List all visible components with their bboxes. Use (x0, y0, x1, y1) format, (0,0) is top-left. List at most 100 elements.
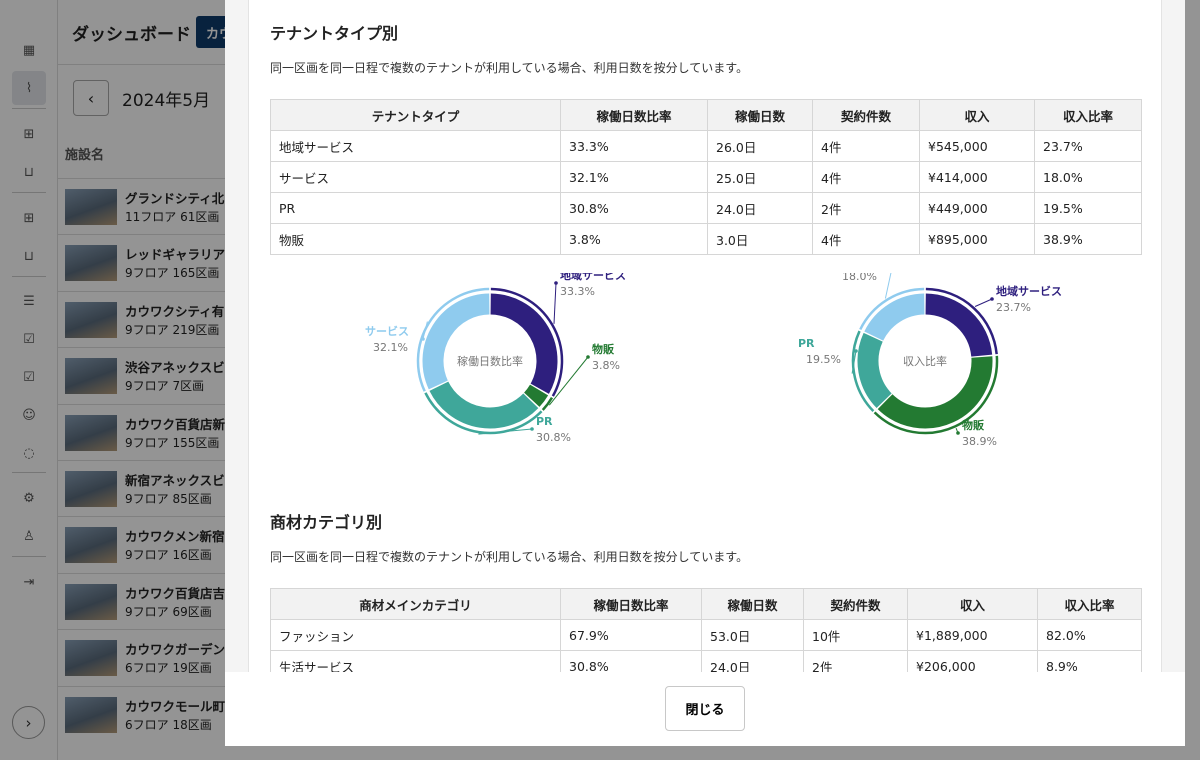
table-cell: 67.9% (560, 619, 702, 651)
table-cell: 2件 (812, 192, 920, 224)
slice-value: 38.9% (962, 435, 997, 448)
table-cell: 24.0日 (707, 192, 813, 224)
column-header: 商材メインカテゴリ (270, 588, 561, 620)
table-cell: 32.1% (560, 161, 708, 193)
slice-label: サービス (365, 324, 409, 338)
donut-segment[interactable] (429, 381, 539, 429)
column-header: 収入 (919, 99, 1035, 131)
column-header: 収入比率 (1037, 588, 1142, 620)
table-cell: 生活サービス (270, 650, 561, 672)
column-header: テナントタイプ (270, 99, 561, 131)
table-cell: PR (270, 192, 561, 224)
leader-dot (586, 355, 590, 359)
table-cell: 物販 (270, 223, 561, 255)
leader-dot (956, 431, 960, 435)
slice-value: 3.8% (592, 359, 620, 372)
table-cell: ¥545,000 (919, 130, 1035, 162)
table-cell: 24.0日 (701, 650, 804, 672)
table-cell: 4件 (812, 223, 920, 255)
slice-value: 33.3% (560, 285, 595, 298)
slice-label: PR (798, 337, 815, 350)
category-section-title: 商材カテゴリ別 (270, 513, 383, 532)
table-cell: 38.9% (1034, 223, 1142, 255)
table-row: 生活サービス 30.8% 24.0日 2件 ¥206,000 8.9% (270, 650, 1142, 672)
column-header: 稼働日数 (701, 588, 804, 620)
table-cell: 19.5% (1034, 192, 1142, 224)
table-cell: 30.8% (560, 650, 702, 672)
slice-label: 物販 (592, 342, 615, 356)
table-cell: ¥414,000 (919, 161, 1035, 193)
slice-value: 23.7% (996, 301, 1031, 314)
donut-segment[interactable] (925, 293, 993, 358)
modal-footer: 閉じる (225, 672, 1185, 746)
donut-center-label: 収入比率 (903, 354, 947, 368)
table-row: PR 30.8% 24.0日 2件 ¥449,000 19.5% (270, 192, 1142, 224)
table-row: 物販 3.8% 3.0日 4件 ¥895,000 38.9% (270, 223, 1142, 255)
close-button[interactable]: 閉じる (665, 686, 745, 731)
table-row: サービス 32.1% 25.0日 4件 ¥414,000 18.0% (270, 161, 1142, 193)
table-cell: ¥1,889,000 (907, 619, 1038, 651)
table-cell: 82.0% (1037, 619, 1142, 651)
tenant-table: テナントタイプ 稼働日数比率 稼働日数 契約件数 収入 収入比率 地域サービス 33.3% 2… (270, 99, 1142, 255)
slice-label: 地域サービス (560, 273, 626, 282)
donut-segment[interactable] (490, 293, 558, 394)
column-header: 契約件数 (812, 99, 920, 131)
table-cell: 33.3% (560, 130, 708, 162)
category-table: 商材メインカテゴリ 稼働日数比率 稼働日数 契約件数 収入 収入比率 ファッション 67.9… (270, 588, 1142, 672)
leader-line (974, 298, 993, 307)
tenant-section-note: 同一区画を同一日程で複数のテナントが利用している場合、利用日数を按分しています。 (270, 61, 749, 75)
column-header: 稼働日数比率 (560, 99, 708, 131)
column-header: 稼働日数 (707, 99, 813, 131)
table-row: 地域サービス 33.3% 26.0日 4件 ¥545,000 23.7% (270, 130, 1142, 162)
category-section-note: 同一区画を同一日程で複数のテナントが利用している場合、利用日数を按分しています。 (270, 550, 749, 564)
table-cell: 25.0日 (707, 161, 813, 193)
breakdown-card: テナントタイプ別 同一区画を同一日程で複数のテナントが利用している場合、利用日数… (248, 0, 1162, 672)
table-cell: ¥449,000 (919, 192, 1035, 224)
leader-dot (530, 427, 534, 431)
slice-label: 地域サービス (996, 284, 1062, 298)
donut-segment[interactable] (857, 332, 892, 409)
leader-line (478, 428, 533, 435)
leader-dot (854, 349, 858, 353)
leader-dot (421, 337, 425, 341)
table-cell: サービス (270, 161, 561, 193)
table-cell: 4件 (812, 161, 920, 193)
table-cell: 18.0% (1034, 161, 1142, 193)
modal-scroll-area[interactable]: テナントタイプ別 同一区画を同一日程で複数のテナントが利用している場合、利用日数… (225, 0, 1185, 672)
table-cell: 3.8% (560, 223, 708, 255)
column-header: 収入比率 (1034, 99, 1142, 131)
slice-label: PR (536, 415, 553, 428)
column-header: 収入 (907, 588, 1038, 620)
table-cell: 2件 (803, 650, 908, 672)
table-cell: ¥895,000 (919, 223, 1035, 255)
donut-center-label: 稼働日数比率 (457, 354, 523, 368)
slice-value: 19.5% (806, 353, 841, 366)
leader-dot (990, 297, 994, 301)
column-header: 稼働日数比率 (560, 588, 702, 620)
table-cell: ¥206,000 (907, 650, 1038, 672)
leader-line (884, 273, 892, 299)
donut-segment[interactable] (864, 293, 925, 342)
table-cell: 3.0日 (707, 223, 813, 255)
table-cell: 4件 (812, 130, 920, 162)
slice-value: 32.1% (373, 341, 408, 354)
slice-label: 物販 (962, 418, 985, 432)
donut-segment[interactable] (523, 384, 549, 407)
leader-dot (554, 281, 558, 285)
slice-value: 30.8% (536, 431, 571, 444)
table-cell: 26.0日 (707, 130, 813, 162)
table-cell: 10件 (803, 619, 908, 651)
table-cell: ファッション (270, 619, 561, 651)
slice-value: 18.0% (842, 273, 877, 283)
column-header: 契約件数 (803, 588, 908, 620)
table-cell: 23.7% (1034, 130, 1142, 162)
leader-line (553, 282, 557, 324)
table-cell: 53.0日 (701, 619, 804, 651)
table-row: ファッション 67.9% 53.0日 10件 ¥1,889,000 82.0% (270, 619, 1142, 651)
tenant-section-title: テナントタイプ別 (270, 24, 399, 43)
donut-charts: 地域サービス 33.3% 物販 3.8% PR 30.8% サービス 32.1% 稼働日数比率 地… (365, 273, 1062, 448)
table-cell: 地域サービス (270, 130, 561, 162)
table-cell: 8.9% (1037, 650, 1142, 672)
donut-segment[interactable] (422, 293, 490, 390)
table-cell: 30.8% (560, 192, 708, 224)
